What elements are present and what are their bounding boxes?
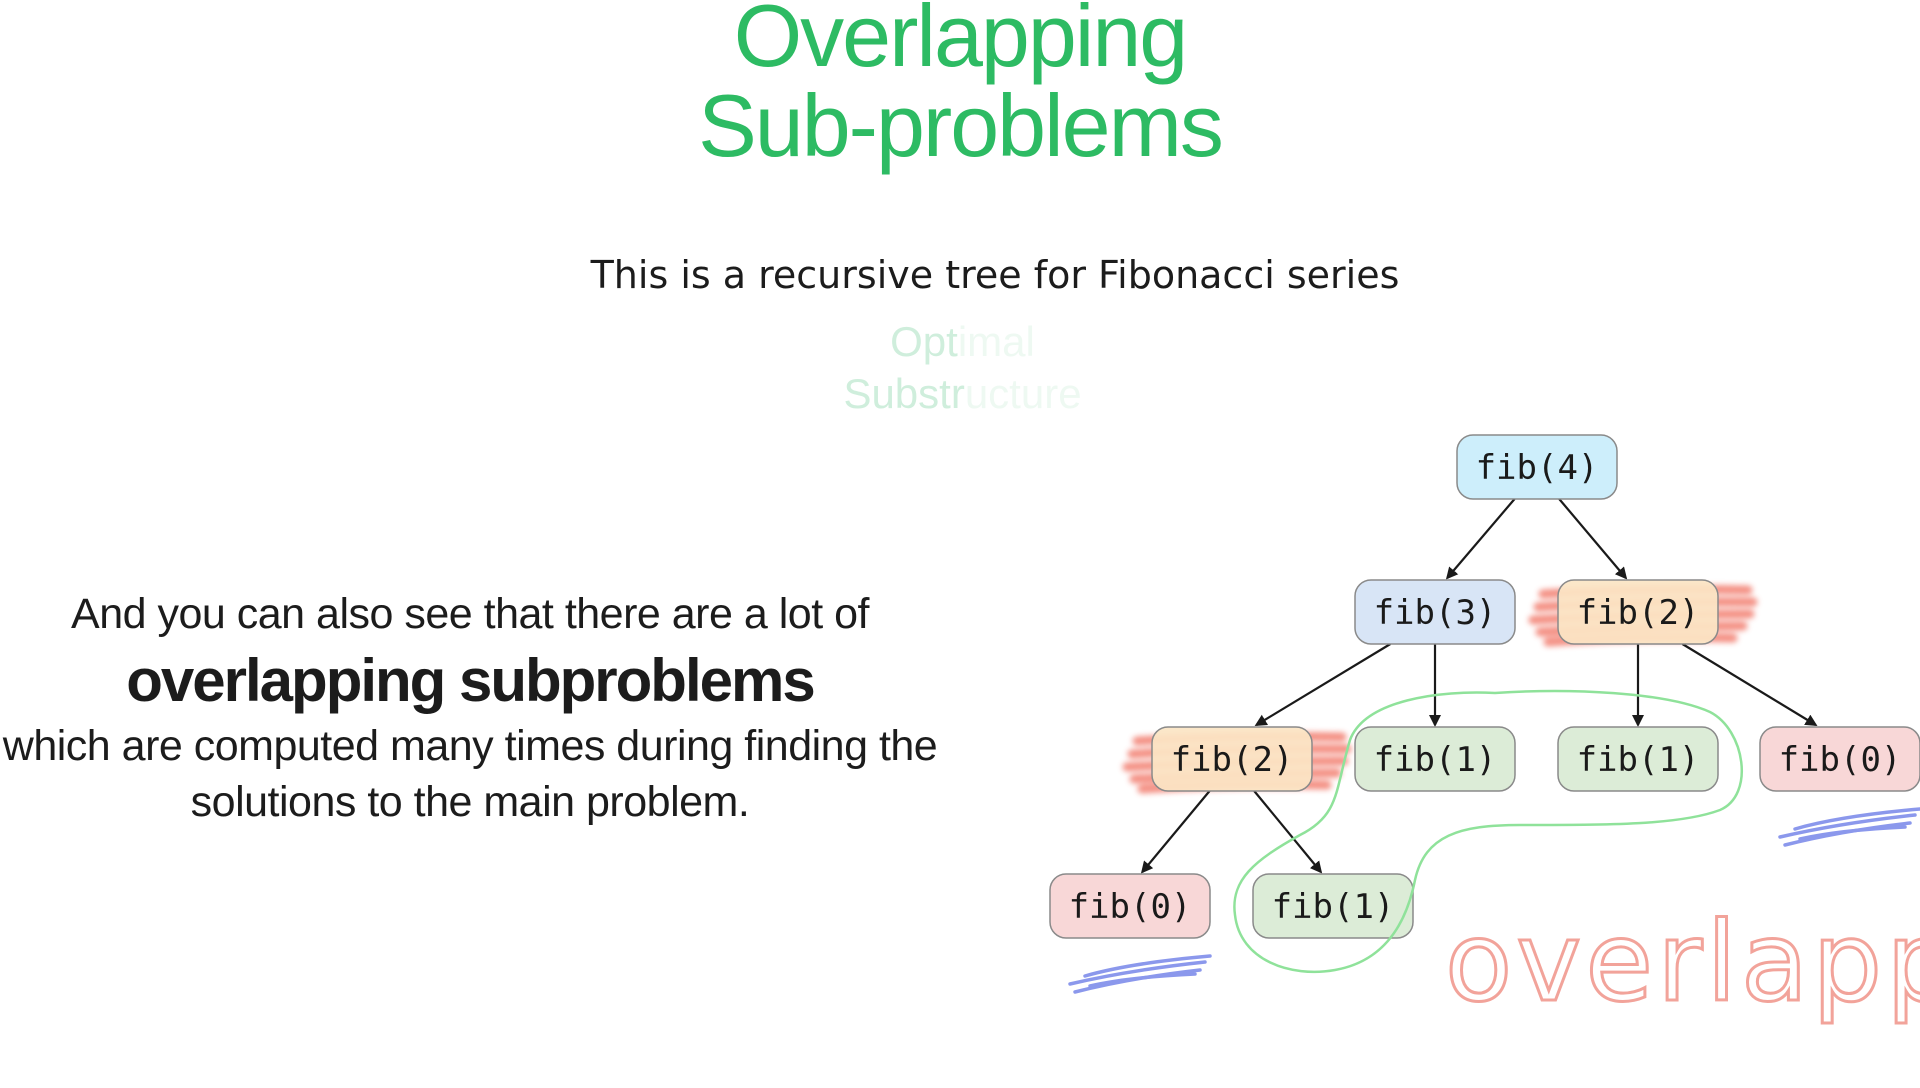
tree-edge [1681,643,1818,727]
tree-node: fib(1) [1354,726,1516,792]
tree-node-label: fib(1) [1374,740,1497,780]
tree-edge [1253,790,1323,874]
blue-scribble-underline [1778,807,1920,847]
tree-node: fib(1) [1557,726,1719,792]
tree-node-label: fib(2) [1577,593,1700,633]
tree-node-label: fib(2) [1171,740,1294,780]
tree-node: fib(1) [1252,873,1414,939]
tree-node-label: fib(4) [1476,448,1599,488]
tree-node: fib(3) [1354,579,1516,645]
tree-node: fib(4) [1456,434,1618,500]
tree-node-label: fib(3) [1374,593,1497,633]
tree-edge [1558,498,1628,580]
fibonacci-recursion-tree: fib(4) fib(3) fib(2) fib(2) fib(1) fib(1) fib(… [1049,434,1920,1028]
tree-node-label: fib(1) [1577,740,1700,780]
tree-node: fib(0) [1049,873,1211,939]
tree-edge [1140,790,1211,874]
tree-edges [1140,498,1818,874]
tree-node: fib(2) [1151,726,1313,792]
slide: Overlapping Sub-problems This is a recur… [0,0,1920,1088]
tree-nodes: fib(4) fib(3) fib(2) fib(2) fib(1) fib(1) fib(… [1049,434,1920,939]
tree-edge [1254,643,1391,727]
blue-scribble-underline [1068,954,1212,994]
tree-edge [1445,498,1516,580]
tree-node: fib(0) [1759,726,1920,792]
tree-node-label: fib(0) [1779,740,1902,780]
tree-node-label: fib(1) [1272,887,1395,927]
handwritten-annotation: overlapping [1445,898,1920,1026]
tree-node: fib(2) [1557,579,1719,645]
tree-node-label: fib(0) [1069,887,1192,927]
